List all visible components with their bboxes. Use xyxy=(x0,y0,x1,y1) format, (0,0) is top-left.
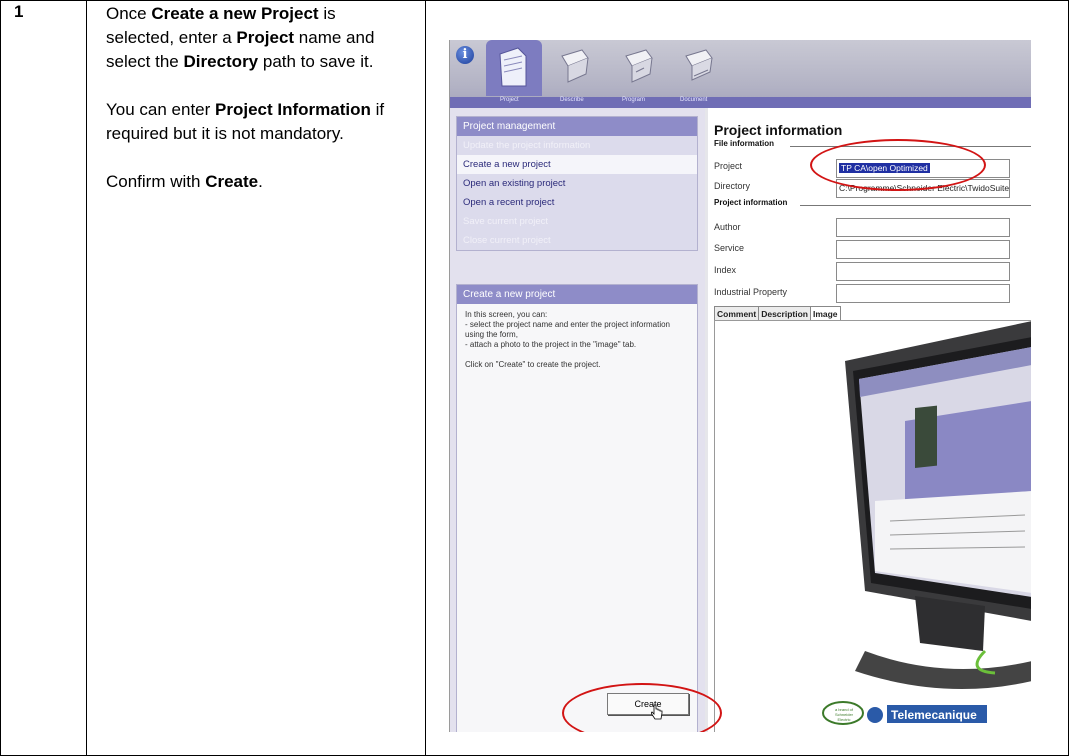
service-label: Service xyxy=(714,243,745,253)
table-border-left xyxy=(0,0,1,756)
author-input[interactable] xyxy=(836,218,1010,237)
menu-save-current-project: Save current project xyxy=(463,216,549,227)
industrial-property-input[interactable] xyxy=(836,284,1010,303)
instruction-keyword: Create a new Project xyxy=(151,4,319,23)
index-label: Index xyxy=(714,265,737,275)
tab-label-project[interactable]: Project xyxy=(500,97,519,103)
help-paragraph-2: Click on "Create" to create the project. xyxy=(465,360,601,369)
tab-project[interactable] xyxy=(486,40,542,96)
menu-open-recent-project[interactable]: Open a recent project xyxy=(457,193,697,212)
project-image-area: a brand of Schneider Electric Telemecani… xyxy=(714,320,1031,732)
document-printer-icon xyxy=(685,49,713,81)
instruction-text: . xyxy=(258,172,263,191)
instruction-keyword: Project Information xyxy=(215,100,371,119)
tab-label-document[interactable]: Document xyxy=(680,97,707,103)
tab-program[interactable] xyxy=(610,40,666,96)
menu-create-new-project[interactable]: Create a new project xyxy=(457,155,697,174)
step-instructions: Once Create a new Project is selected, e… xyxy=(106,2,406,218)
tab-document[interactable] xyxy=(670,40,726,96)
project-information-title: Project information xyxy=(714,122,843,138)
program-icon xyxy=(625,49,653,83)
instruction-keyword: Create xyxy=(205,172,259,191)
app-screenshot: i Project Describe Program Document Proj… xyxy=(449,40,1031,732)
file-information-section: File information xyxy=(714,139,774,148)
project-management-header: Project management xyxy=(457,117,697,136)
step-number: 1 xyxy=(14,2,24,21)
instruction-text: Confirm with xyxy=(106,172,206,191)
project-folder-icon xyxy=(499,47,527,87)
instruction-text: path to save it. xyxy=(258,52,374,71)
directory-label: Directory xyxy=(714,181,751,191)
project-information-section: Project information xyxy=(714,198,788,207)
author-label: Author xyxy=(714,222,741,232)
instruction-keyword: Directory xyxy=(183,52,259,71)
tab-labels-bar: Project Describe Program Document xyxy=(450,97,1031,108)
instruction-text: You can enter xyxy=(106,100,216,119)
industrial-property-label: Industrial Property xyxy=(714,287,788,297)
schneider-logo: a brand of Schneider Electric xyxy=(834,707,853,722)
tab-describe[interactable] xyxy=(546,40,602,96)
table-border-top xyxy=(0,0,1069,1)
tab-label-describe[interactable]: Describe xyxy=(560,97,584,103)
project-name-highlight-circle xyxy=(810,139,986,191)
table-divider-1 xyxy=(86,0,87,756)
describe-icon xyxy=(561,49,589,83)
tab-label-program[interactable]: Program xyxy=(622,97,645,103)
section-divider xyxy=(800,205,1031,206)
left-panel: Project management Update the project in… xyxy=(450,108,705,732)
telemecanique-logo: Telemecanique xyxy=(891,708,977,722)
instruction-text: Once xyxy=(106,4,152,23)
index-input[interactable] xyxy=(836,262,1010,281)
project-management-box: Project management Update the project in… xyxy=(456,116,698,251)
table-border-right xyxy=(1068,0,1069,756)
menu-update-project-info: Update the project information xyxy=(463,140,591,151)
instruction-paragraph-3: Confirm with Create. xyxy=(106,170,406,194)
info-icon[interactable]: i xyxy=(456,46,474,64)
instruction-paragraph-1: Once Create a new Project is selected, e… xyxy=(106,2,406,74)
project-label: Project xyxy=(714,161,743,171)
monitor-photo xyxy=(822,321,1031,725)
instruction-keyword: Project xyxy=(236,28,295,47)
create-new-project-box: Create a new project In this screen, you… xyxy=(456,284,698,732)
menu-open-existing-project[interactable]: Open an existing project xyxy=(457,174,697,193)
table-divider-2 xyxy=(425,0,426,756)
service-input[interactable] xyxy=(836,240,1010,259)
detail-tabs: Comment Description Image xyxy=(714,304,841,322)
create-help-text: In this screen, you can: - select the pr… xyxy=(457,304,697,732)
project-information-panel: Project information File information Pro… xyxy=(708,108,1031,732)
instruction-paragraph-2: You can enter Project Information if req… xyxy=(106,98,406,146)
menu-close-current-project: Close current project xyxy=(463,235,551,246)
create-new-project-header: Create a new project xyxy=(457,285,697,304)
help-paragraph-1: In this screen, you can: - select the pr… xyxy=(465,310,670,349)
